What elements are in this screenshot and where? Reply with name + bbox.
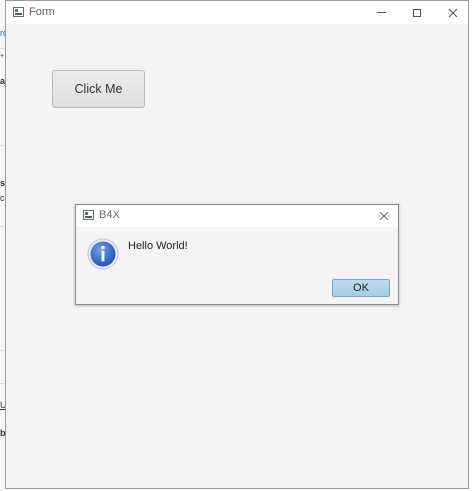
dialog-titlebar[interactable]: B4X xyxy=(76,205,398,227)
maximize-button[interactable] xyxy=(399,1,435,24)
close-icon xyxy=(379,211,389,221)
message-dialog: B4X Hello World! OK xyxy=(75,204,399,305)
dialog-message: Hello World! xyxy=(128,240,188,252)
app-icon xyxy=(13,7,24,17)
background-text-fragment: + xyxy=(0,53,5,60)
dialog-app-icon xyxy=(83,210,94,220)
dialog-close-button[interactable] xyxy=(374,206,394,226)
minimize-button[interactable] xyxy=(363,1,399,24)
click-me-button[interactable]: Click Me xyxy=(52,70,145,108)
close-icon xyxy=(448,8,458,17)
dialog-title: B4X xyxy=(99,209,120,221)
ok-button[interactable]: OK xyxy=(332,279,390,297)
window-close-button[interactable] xyxy=(435,1,471,24)
window-titlebar[interactable]: Form xyxy=(6,1,468,24)
info-icon xyxy=(87,238,119,270)
window-title: Form xyxy=(29,6,55,18)
minimize-icon xyxy=(376,12,386,13)
maximize-icon xyxy=(413,8,421,17)
